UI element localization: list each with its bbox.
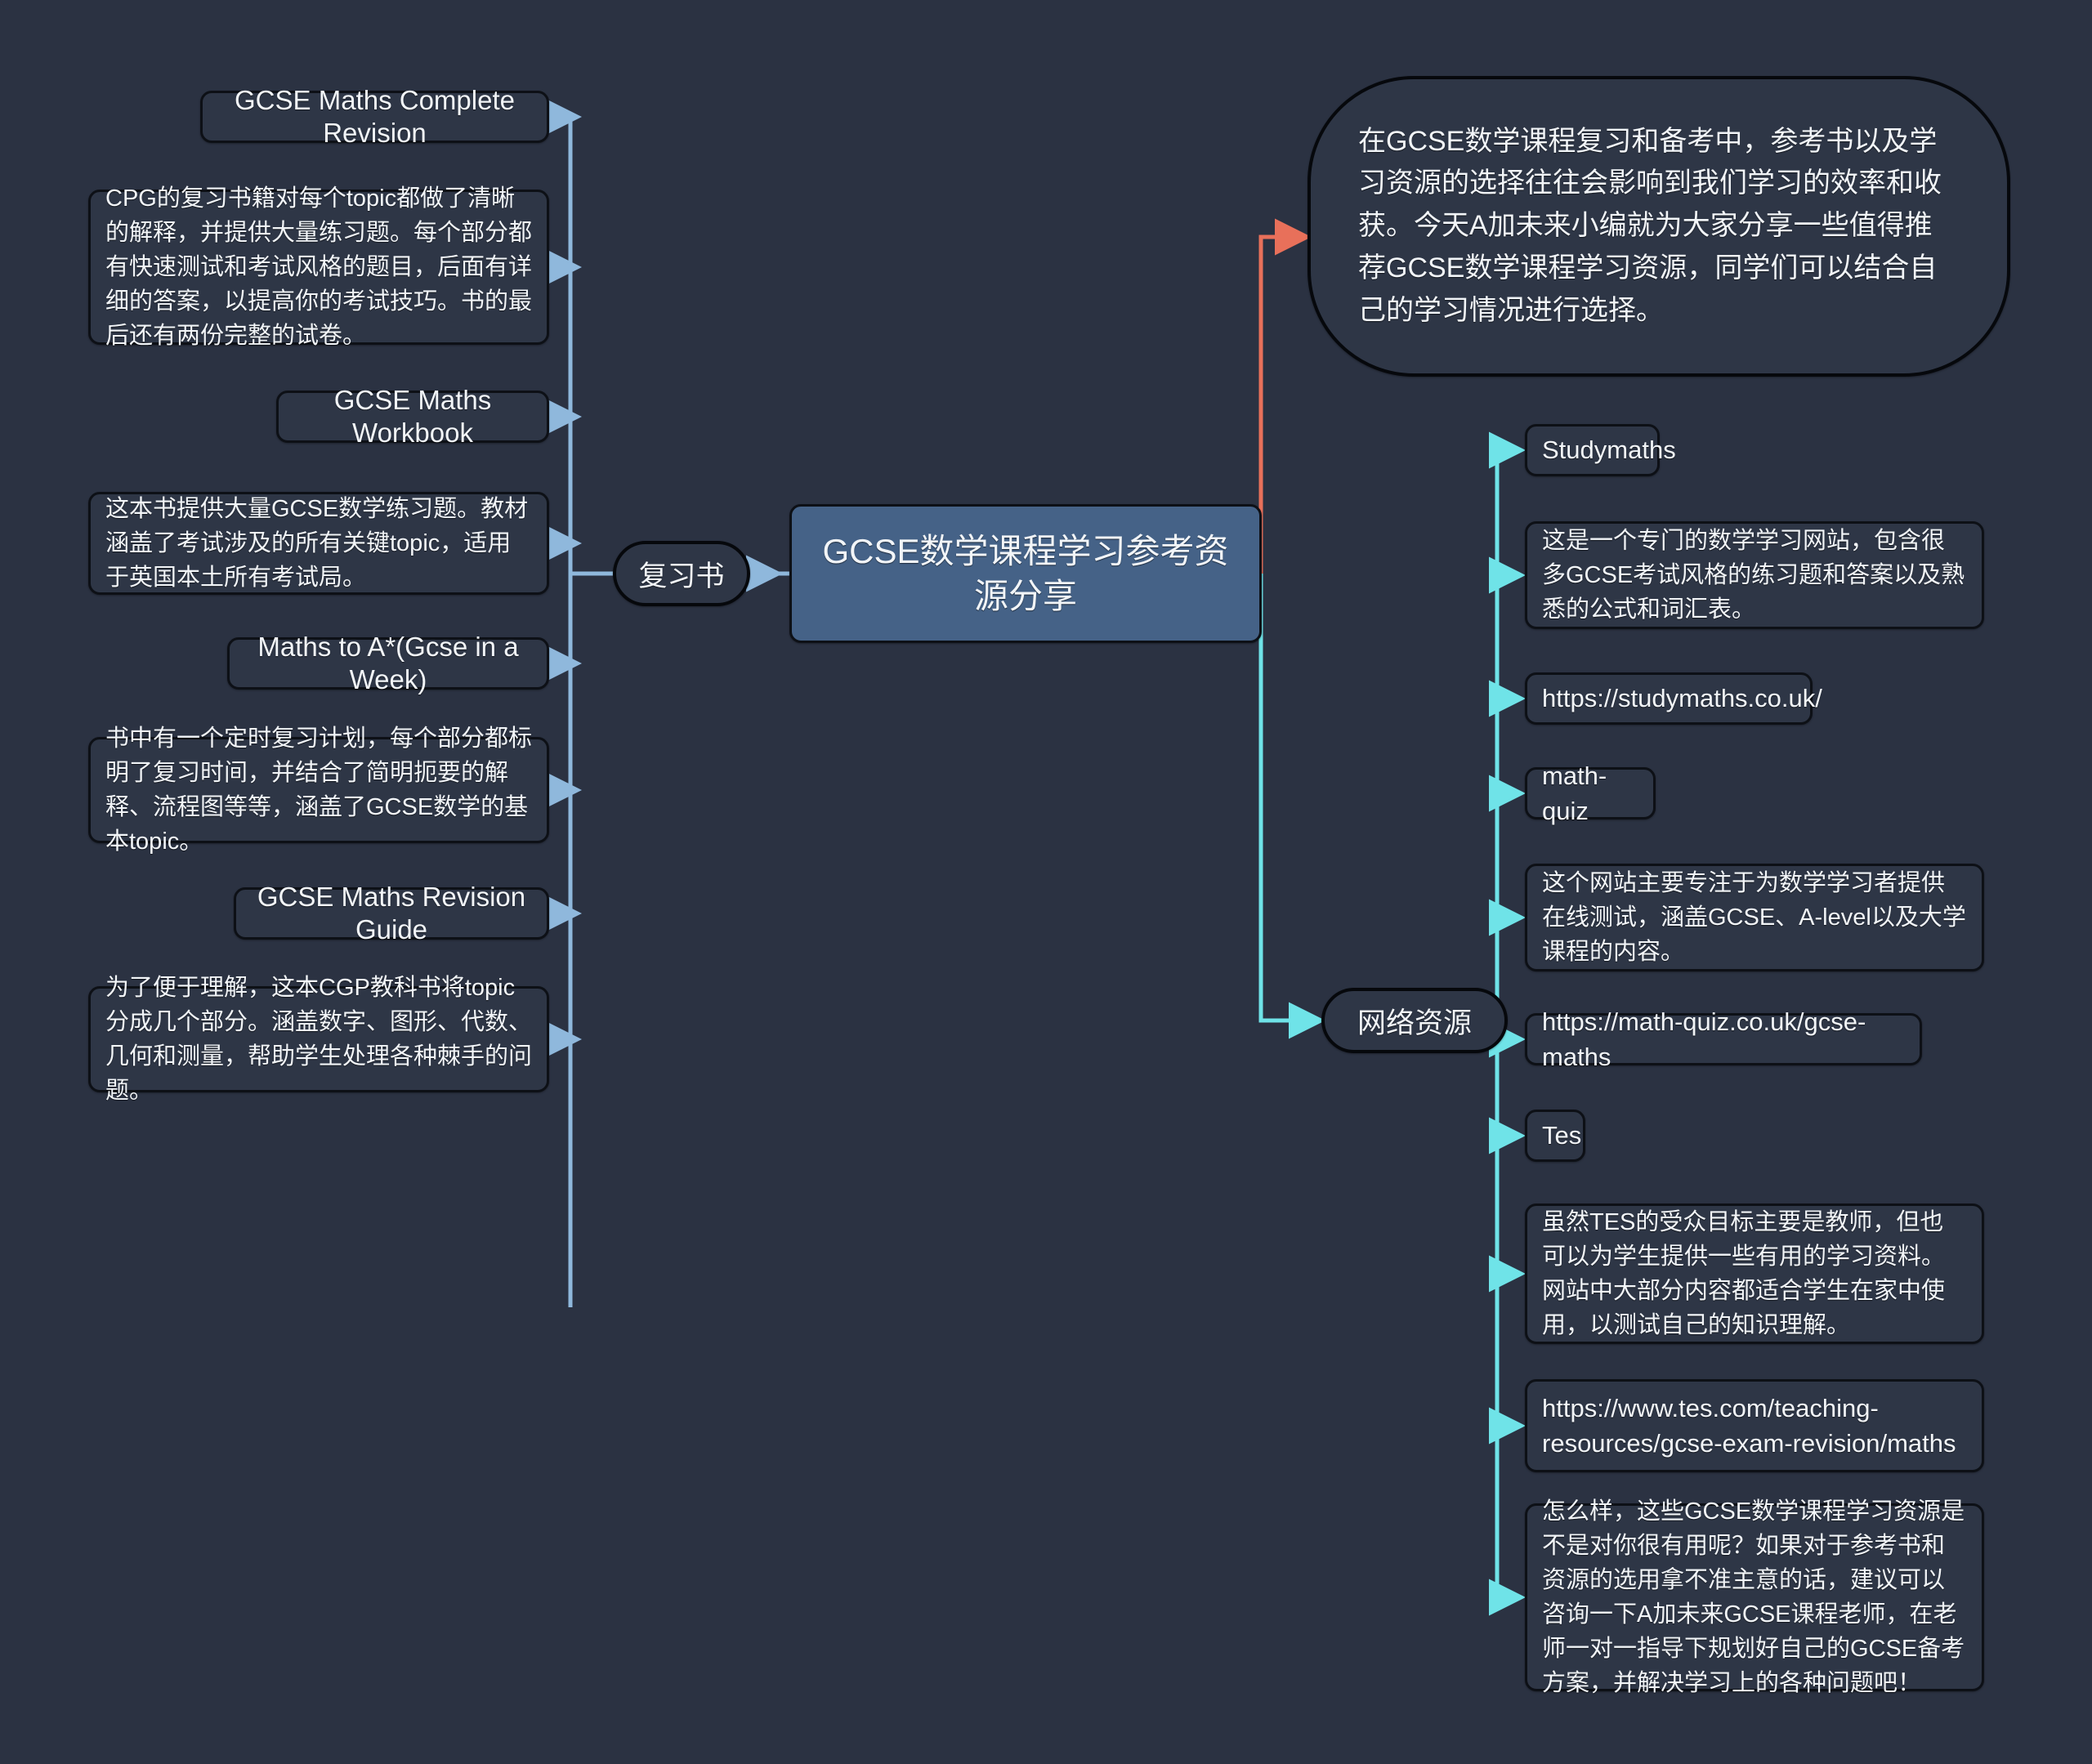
node-tes-desc[interactable]: 虽然TES的受众目标主要是教师，但也可以为学生提供一些有用的学习资料。网站中大部… [1525,1204,1984,1344]
node-gcse-maths-complete-revision-desc[interactable]: CPG的复习书籍对每个topic都做了清晰的解释，并提供大量练习题。每个部分都有… [88,185,549,349]
node-gcse-maths-revision-guide[interactable]: GCSE Maths Revision Guide [234,882,549,945]
node-studymaths[interactable]: Studymaths [1525,424,1676,476]
node-conclusion[interactable]: 怎么样，这些GCSE数学课程学习资源是不是对你很有用呢？如果对于参考书和资源的选… [1525,1498,1984,1696]
node-label: https://studymaths.co.uk/ [1542,684,1822,713]
node-label: 怎么样，这些GCSE数学课程学习资源是不是对你很有用呢？如果对于参考书和资源的选… [1542,1498,1965,1697]
edge-root-to-intro [1258,218,1312,574]
branch-node-web-resources[interactable]: 网络资源 [1321,988,1508,1053]
branch-label-revision-books: 复习书 [638,560,725,592]
node-math-quiz-url[interactable]: https://math-quiz.co.uk/gcse-maths [1525,1007,1922,1071]
node-label: 书中有一个定时复习计划，每个部分都标明了复习时间，并结合了简明扼要的解释、流程图… [105,725,533,855]
root-node-label: GCSE数学课程学习参考资源分享 [822,531,1229,615]
node-gcse-maths-workbook[interactable]: GCSE Maths Workbook [276,385,549,448]
node-label: GCSE Maths Complete Revision [235,85,523,148]
node-gcse-maths-revision-guide-desc[interactable]: 为了便于理解，这本CGP教科书将topic分成几个部分。涵盖数字、图形、代数、几… [88,975,549,1104]
edge-group-revision-books [545,98,613,1307]
branch-label-web-resources: 网络资源 [1357,1007,1472,1039]
node-label: https://math-quiz.co.uk/gcse-maths [1542,1007,1866,1071]
mindmap-canvas: GCSE数学课程学习参考资源分享 在GCSE数学课程复习和备考中，参考书以及学习… [0,0,2092,1764]
node-label: Studymaths [1542,435,1676,465]
node-label: CPG的复习书籍对每个topic都做了清晰的解释，并提供大量练习题。每个部分都有… [105,185,533,350]
node-label: https://www.tes.com/teaching-resources/g… [1542,1393,1956,1458]
node-math-quiz[interactable]: math-quiz [1525,761,1656,825]
node-label: Maths to A*(Gcse in a Week) [257,632,526,694]
node-label: 这是一个专门的数学学习网站，包含很多GCSE考试风格的练习题和答案以及熟悉的公式… [1542,527,1965,623]
node-math-quiz-desc[interactable]: 这个网站主要专注于为数学学习者提供在线测试，涵盖GCSE、A-level以及大学… [1525,864,1984,971]
intro-bubble-label: 在GCSE数学课程复习和备考中，参考书以及学习资源的选择往往会影响到我们学习的效… [1358,125,1942,326]
node-label: GCSE Maths Workbook [333,385,499,448]
node-gcse-maths-complete-revision[interactable]: GCSE Maths Complete Revision [200,85,549,148]
node-label: 为了便于理解，这本CGP教科书将topic分成几个部分。涵盖数字、图形、代数、几… [105,974,533,1105]
node-tes-url[interactable]: https://www.tes.com/teaching-resources/g… [1525,1379,1984,1472]
intro-bubble[interactable]: 在GCSE数学课程复习和备考中，参考书以及学习资源的选择往往会影响到我们学习的效… [1308,76,2010,377]
node-label: GCSE Maths Revision Guide [257,882,534,945]
node-maths-to-a-star[interactable]: Maths to A*(Gcse in a Week) [227,632,549,694]
node-label: 这本书提供大量GCSE数学练习题。教材涵盖了考试涉及的所有关键topic，适用于… [105,495,529,592]
node-label: Tes [1542,1121,1582,1150]
branch-node-revision-books[interactable]: 复习书 [613,541,750,606]
node-label: 虽然TES的受众目标主要是教师，但也可以为学生提供一些有用的学习资料。网站中大部… [1542,1208,1946,1339]
node-maths-to-a-star-desc[interactable]: 书中有一个定时复习计划，每个部分都标明了复习时间，并结合了简明扼要的解释、流程图… [88,726,549,855]
node-label: math-quiz [1542,761,1607,825]
edge-root-to-web-resources [1258,574,1325,1039]
node-label: 这个网站主要专注于为数学学习者提供在线测试，涵盖GCSE、A-level以及大学… [1542,869,1966,966]
node-studymaths-url[interactable]: https://studymaths.co.uk/ [1525,672,1822,725]
node-studymaths-desc[interactable]: 这是一个专门的数学学习网站，包含很多GCSE考试风格的练习题和答案以及熟悉的公式… [1525,521,1984,629]
root-node[interactable]: GCSE数学课程学习参考资源分享 [789,504,1262,643]
node-tes[interactable]: Tes [1525,1110,1585,1162]
node-gcse-maths-workbook-desc[interactable]: 这本书提供大量GCSE数学练习题。教材涵盖了考试涉及的所有关键topic，适用于… [88,492,549,595]
